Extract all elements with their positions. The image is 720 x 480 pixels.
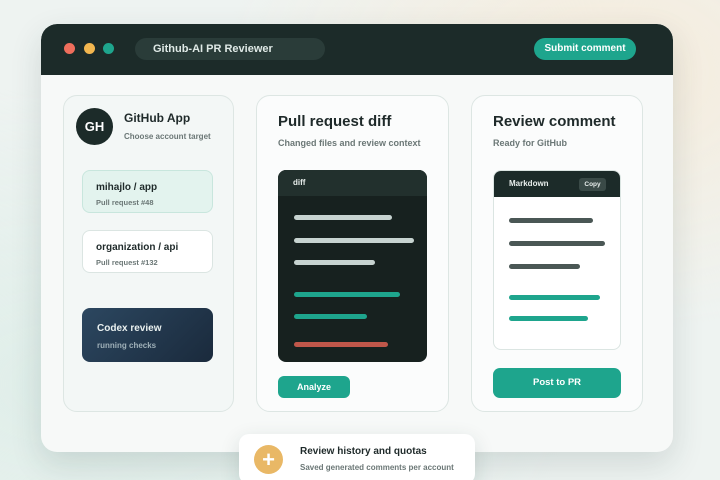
comment-line-accent [509, 316, 588, 321]
maximize-window-button[interactable] [103, 43, 114, 54]
review-panel-title: Review comment [493, 113, 616, 130]
diff-line-removed [294, 342, 388, 347]
account-item-app[interactable]: mihajlo / app Pull request #48 [82, 170, 213, 213]
codex-title: Codex review [97, 323, 162, 334]
avatar: GH [76, 108, 113, 145]
diff-line [294, 238, 414, 243]
diff-viewer[interactable]: diff [278, 170, 427, 362]
app-title: GitHub App [124, 111, 191, 125]
plus-icon[interactable]: + [254, 445, 283, 474]
diff-panel: Pull request diff Changed files and revi… [256, 95, 449, 412]
comment-line [509, 241, 605, 246]
diff-panel-subtitle: Changed files and review context [278, 138, 421, 148]
account-name: mihajlo / app [96, 182, 158, 193]
account-item-api[interactable]: organization / api Pull request #132 [82, 230, 213, 273]
diff-line [294, 260, 375, 265]
diff-panel-title: Pull request diff [278, 113, 392, 130]
close-window-button[interactable] [64, 43, 75, 54]
diff-line-added [294, 314, 367, 319]
account-name: organization / api [96, 242, 179, 253]
app-window: Github-AI PR Reviewer Submit comment GH … [41, 24, 673, 452]
comment-line [509, 218, 593, 223]
app-subtitle: Choose account target [124, 132, 211, 141]
review-panel-subtitle: Ready for GitHub [493, 138, 568, 148]
comment-line [509, 264, 580, 269]
review-panel: Review comment Ready for GitHub Markdown… [471, 95, 643, 412]
toast-title: Review history and quotas [300, 446, 427, 457]
diff-line [294, 215, 392, 220]
history-toast[interactable]: + Review history and quotas Saved genera… [239, 434, 475, 480]
diff-header: diff [278, 170, 427, 196]
copy-button[interactable]: Copy [579, 178, 606, 191]
diff-line-added [294, 292, 400, 297]
post-to-pr-button[interactable]: Post to PR [493, 368, 621, 398]
account-pr: Pull request #132 [96, 258, 158, 267]
submit-comment-button[interactable]: Submit comment [534, 38, 636, 60]
minimize-window-button[interactable] [84, 43, 95, 54]
codex-review-card[interactable]: Codex review running checks [82, 308, 213, 362]
codex-status: running checks [97, 341, 157, 350]
account-pr: Pull request #48 [96, 198, 154, 207]
comment-line-accent [509, 295, 600, 300]
toast-subtitle: Saved generated comments per account [300, 463, 454, 472]
account-panel: GH GitHub App Choose account target miha… [63, 95, 234, 412]
window-title: Github-AI PR Reviewer [135, 38, 325, 60]
markdown-preview[interactable]: Markdown Copy [493, 170, 621, 350]
analyze-button[interactable]: Analyze [278, 376, 350, 398]
title-bar: Github-AI PR Reviewer Submit comment [41, 24, 673, 75]
